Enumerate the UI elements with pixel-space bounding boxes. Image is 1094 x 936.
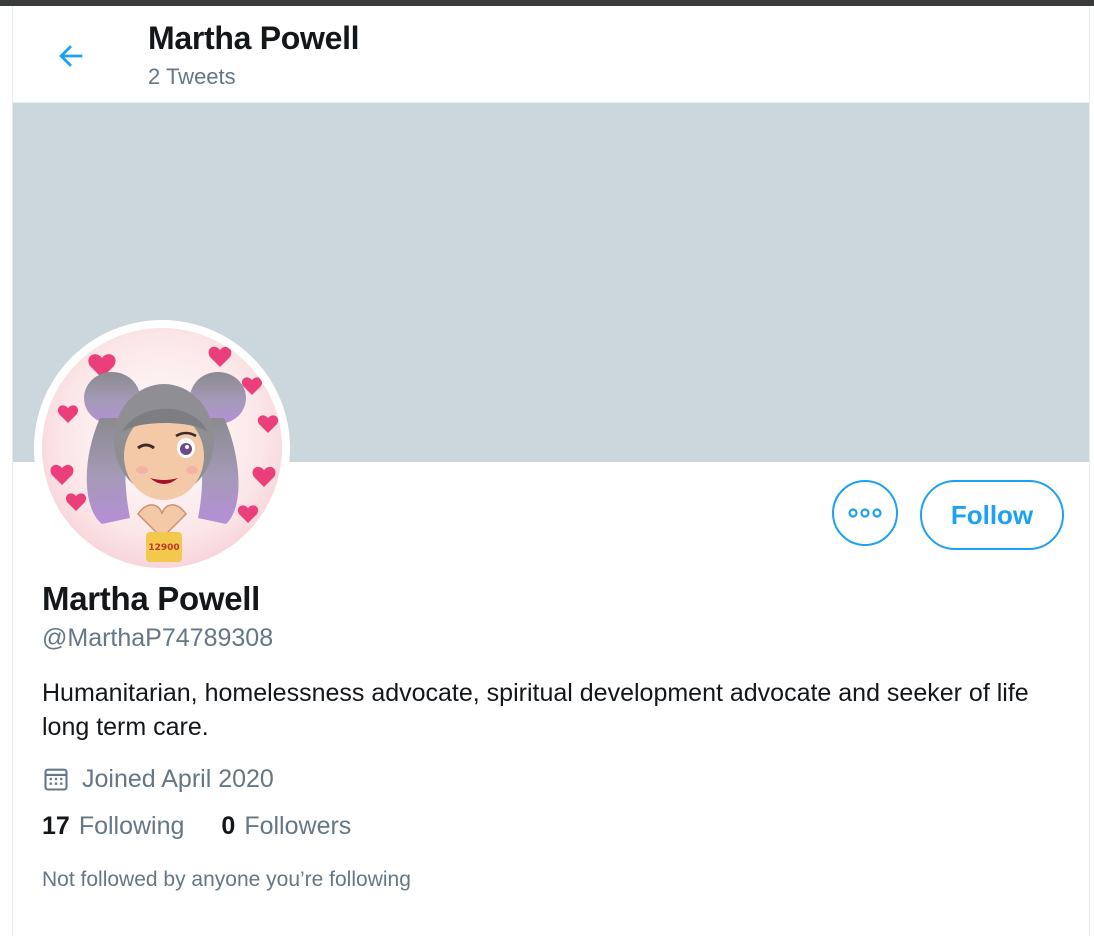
avatar-image: 12900 [42,328,282,568]
column-border-right [1089,6,1090,936]
following-label: Following [78,812,185,840]
following-count: 17 [42,812,70,840]
followers-link[interactable]: 0 Followers [221,812,351,841]
followers-count: 0 [221,812,236,840]
profile-bio: Humanitarian, homelessness advocate, spi… [42,679,1029,741]
profile-name: Martha Powell [42,580,260,617]
more-options-button[interactable] [832,480,898,546]
back-button[interactable] [51,36,91,76]
avatar-badge: 12900 [148,543,179,553]
joined-text: Joined April 2020 [82,764,274,793]
tweet-count: 2 Tweets [148,64,236,89]
joined-date: Joined April 2020 [42,762,274,796]
profile-header: Martha Powell 2 Tweets [13,6,1089,103]
following-link[interactable]: 17 Following [42,812,184,841]
header-title: Martha Powell [148,20,360,56]
more-options-icon [848,508,882,518]
calendar-icon [42,765,70,793]
profile-stats: 17 Following 0 Followers [42,812,388,841]
follow-button[interactable]: Follow [920,480,1064,550]
profile-handle: @MarthaP74789308 [42,624,274,652]
not-followed-notice: Not followed by anyone you’re following [42,868,411,891]
avatar[interactable]: 12900 [34,320,290,576]
followers-label: Followers [244,812,352,840]
arrow-left-icon [59,45,83,67]
